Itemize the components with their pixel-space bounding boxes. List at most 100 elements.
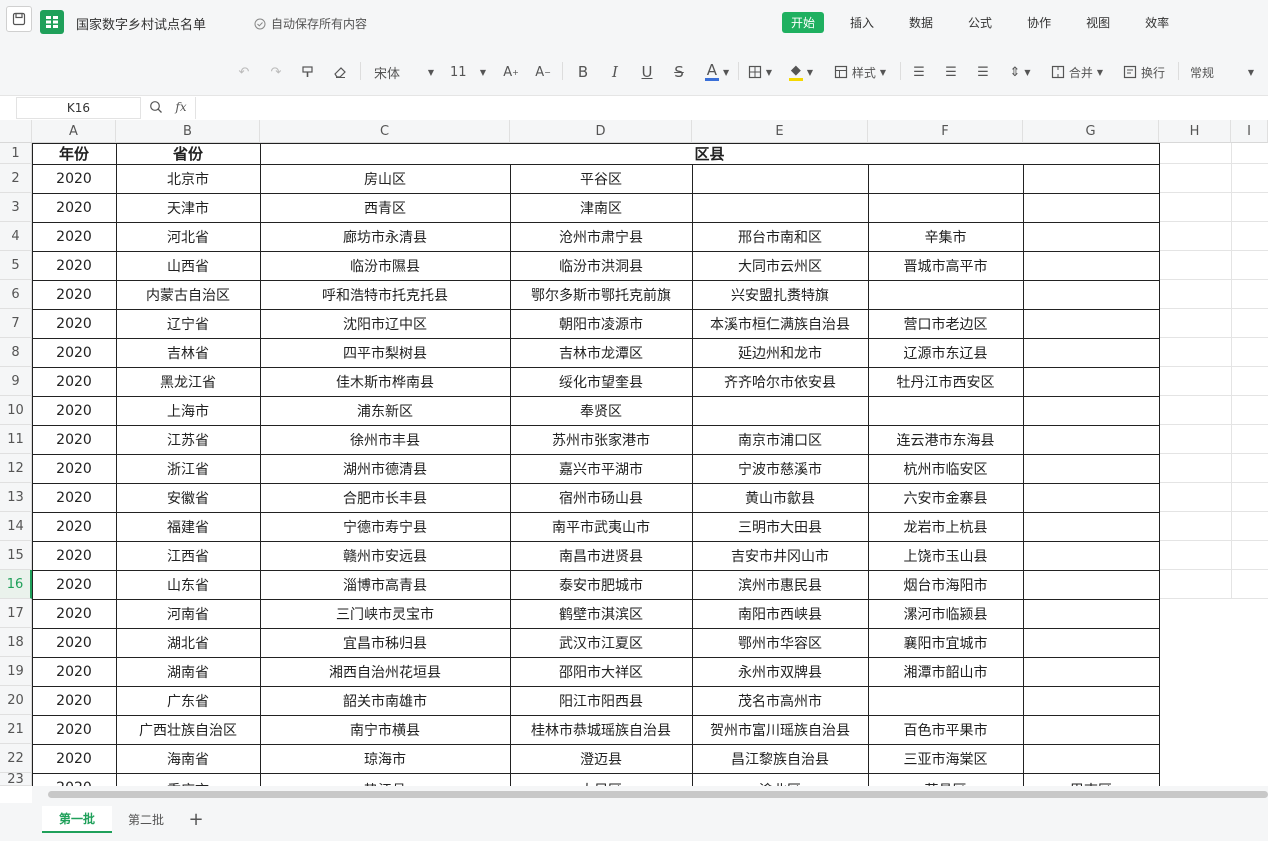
table-cell[interactable]: 邢台市南和区 (692, 222, 868, 251)
table-cell[interactable]: 西青区 (260, 193, 510, 222)
menu-data[interactable]: 数据 (900, 12, 942, 33)
column-header-h[interactable]: H (1159, 120, 1231, 143)
function-icon[interactable]: fx (172, 95, 190, 119)
table-cell[interactable]: 2020 (32, 686, 116, 715)
table-cell[interactable] (1023, 541, 1159, 570)
table-cell[interactable]: 天津市 (116, 193, 260, 222)
table-cell[interactable]: 茂名市高州市 (692, 686, 868, 715)
table-cell[interactable]: 2020 (32, 425, 116, 454)
table-cell[interactable]: 黑龙江省 (116, 367, 260, 396)
row-header[interactable]: 8 (0, 338, 32, 367)
table-cell[interactable]: 垫江县 (260, 773, 510, 786)
table-cell[interactable]: 合肥市长丰县 (260, 483, 510, 512)
table-cell[interactable]: 嘉兴市平湖市 (510, 454, 692, 483)
table-cell[interactable]: 齐齐哈尔市依安县 (692, 367, 868, 396)
row-header[interactable]: 3 (0, 193, 32, 222)
table-cell[interactable]: 北京市 (116, 164, 260, 193)
table-cell[interactable]: 百色市平果市 (868, 715, 1023, 744)
table-cell[interactable] (868, 193, 1023, 222)
table-cell[interactable]: 沧州市肃宁县 (510, 222, 692, 251)
table-cell[interactable]: 重庆市 (116, 773, 260, 786)
table-cell[interactable]: 大同市云州区 (692, 251, 868, 280)
row-header[interactable]: 5 (0, 251, 32, 280)
table-cell[interactable]: 吉林省 (116, 338, 260, 367)
table-cell[interactable]: 2020 (32, 222, 116, 251)
table-cell[interactable]: 福建省 (116, 512, 260, 541)
table-cell[interactable]: 南阳市西峡县 (692, 599, 868, 628)
table-cell[interactable]: 鄂州市华容区 (692, 628, 868, 657)
table-cell[interactable] (1023, 222, 1159, 251)
table-cell[interactable]: 连云港市东海县 (868, 425, 1023, 454)
underline-icon[interactable]: U (636, 58, 658, 86)
menu-view[interactable]: 视图 (1077, 12, 1119, 33)
table-cell[interactable]: 滨州市惠民县 (692, 570, 868, 599)
table-cell[interactable] (1023, 338, 1159, 367)
clear-format-icon[interactable] (330, 58, 350, 86)
table-cell[interactable]: 临汾市隰县 (260, 251, 510, 280)
table-cell[interactable]: 襄阳市宜城市 (868, 628, 1023, 657)
table-cell[interactable]: 2020 (32, 454, 116, 483)
table-cell[interactable] (868, 280, 1023, 309)
table-cell[interactable]: 牡丹江市西安区 (868, 367, 1023, 396)
table-cell[interactable]: 内蒙古自治区 (116, 280, 260, 309)
style-button[interactable]: 样式 ▼ (828, 58, 892, 86)
table-cell[interactable]: 三亚市海棠区 (868, 744, 1023, 773)
column-header-a[interactable]: A (32, 120, 116, 143)
table-cell[interactable]: 2020 (32, 309, 116, 338)
save-button[interactable] (6, 6, 32, 32)
menu-insert[interactable]: 插入 (841, 12, 883, 33)
menu-home[interactable]: 开始 (782, 12, 825, 33)
header-cell-year[interactable]: 年份 (32, 143, 116, 164)
table-cell[interactable]: 2020 (32, 657, 116, 686)
table-cell[interactable]: 苏州市张家港市 (510, 425, 692, 454)
table-cell[interactable]: 琼海市 (260, 744, 510, 773)
table-cell[interactable]: 山东省 (116, 570, 260, 599)
table-cell[interactable]: 2020 (32, 396, 116, 425)
table-cell[interactable] (1023, 309, 1159, 338)
table-cell[interactable]: 延边州和龙市 (692, 338, 868, 367)
font-size-select[interactable]: 11 ▼ (446, 58, 490, 86)
table-cell[interactable]: 2020 (32, 570, 116, 599)
table-cell[interactable]: 淄博市高青县 (260, 570, 510, 599)
table-cell[interactable]: 邵阳市大祥区 (510, 657, 692, 686)
increase-font-icon[interactable]: A + (500, 58, 522, 86)
strikethrough-icon[interactable]: S (668, 58, 690, 86)
table-cell[interactable] (1023, 628, 1159, 657)
table-cell[interactable] (1023, 396, 1159, 425)
table-cell[interactable]: 江西省 (116, 541, 260, 570)
table-cell[interactable]: 河南省 (116, 599, 260, 628)
table-cell[interactable]: 四平市梨树县 (260, 338, 510, 367)
table-cell[interactable] (1023, 425, 1159, 454)
sheet-tab[interactable]: 第二批 (112, 806, 180, 833)
add-sheet-icon[interactable]: + (186, 806, 206, 833)
table-cell[interactable]: 2020 (32, 715, 116, 744)
row-header[interactable]: 13 (0, 483, 32, 512)
table-cell[interactable]: 湘西自治州花垣县 (260, 657, 510, 686)
row-header[interactable]: 17 (0, 599, 32, 628)
table-cell[interactable]: 泰安市肥城市 (510, 570, 692, 599)
table-cell[interactable]: 吉安市井冈山市 (692, 541, 868, 570)
column-header-c[interactable]: C (260, 120, 510, 143)
table-cell[interactable]: 大足区 (510, 773, 692, 786)
align-right-icon[interactable]: ☰ (972, 58, 994, 86)
table-cell[interactable]: 三门峡市灵宝市 (260, 599, 510, 628)
table-cell[interactable]: 湖州市德清县 (260, 454, 510, 483)
table-cell[interactable]: 宜昌市秭归县 (260, 628, 510, 657)
header-cell-district[interactable]: 区县 (260, 143, 1159, 164)
table-cell[interactable]: 湘潭市韶山市 (868, 657, 1023, 686)
undo-icon[interactable]: ↶ (234, 58, 254, 86)
table-cell[interactable] (868, 164, 1023, 193)
table-cell[interactable]: 宁德市寿宁县 (260, 512, 510, 541)
row-header[interactable]: 23 (0, 772, 32, 787)
table-cell[interactable]: 平谷区 (510, 164, 692, 193)
table-cell[interactable] (1023, 715, 1159, 744)
table-cell[interactable]: 南昌市进贤县 (510, 541, 692, 570)
table-cell[interactable]: 昌江黎族自治县 (692, 744, 868, 773)
redo-icon[interactable]: ↷ (266, 58, 286, 86)
table-cell[interactable]: 奉贤区 (510, 396, 692, 425)
table-cell[interactable]: 广西壮族自治区 (116, 715, 260, 744)
scrollbar-thumb[interactable] (48, 791, 1268, 798)
vertical-align-button[interactable]: ⇕ ▼ (1004, 58, 1036, 86)
table-cell[interactable]: 佳木斯市桦南县 (260, 367, 510, 396)
table-cell[interactable]: 荣昌区 (868, 773, 1023, 786)
